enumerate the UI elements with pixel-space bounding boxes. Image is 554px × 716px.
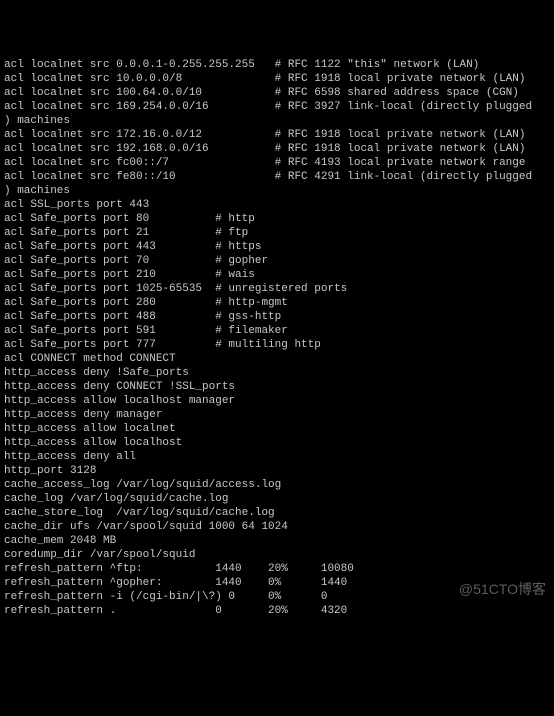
- config-line: ) machines: [4, 184, 550, 198]
- config-line: acl CONNECT method CONNECT: [4, 352, 550, 366]
- config-line: acl localnet src fe80::/10 # RFC 4291 li…: [4, 170, 550, 184]
- config-line: coredump_dir /var/spool/squid: [4, 548, 550, 562]
- config-line: refresh_pattern . 0 20% 4320: [4, 604, 550, 618]
- config-line: http_port 3128: [4, 464, 550, 478]
- config-line: acl localnet src 100.64.0.0/10 # RFC 659…: [4, 86, 550, 100]
- config-line: acl Safe_ports port 80 # http: [4, 212, 550, 226]
- config-line: cache_access_log /var/log/squid/access.l…: [4, 478, 550, 492]
- config-line: acl Safe_ports port 21 # ftp: [4, 226, 550, 240]
- config-line: cache_dir ufs /var/spool/squid 1000 64 1…: [4, 520, 550, 534]
- config-line: acl Safe_ports port 591 # filemaker: [4, 324, 550, 338]
- config-line: http_access deny all: [4, 450, 550, 464]
- config-line: http_access deny manager: [4, 408, 550, 422]
- config-line: acl localnet src fc00::/7 # RFC 4193 loc…: [4, 156, 550, 170]
- config-line: acl localnet src 10.0.0.0/8 # RFC 1918 l…: [4, 72, 550, 86]
- config-line: acl SSL_ports port 443: [4, 198, 550, 212]
- config-line: acl localnet src 0.0.0.1-0.255.255.255 #…: [4, 58, 550, 72]
- config-line: acl localnet src 192.168.0.0/16 # RFC 19…: [4, 142, 550, 156]
- config-line: http_access deny CONNECT !SSL_ports: [4, 380, 550, 394]
- config-line: acl localnet src 169.254.0.0/16 # RFC 39…: [4, 100, 550, 114]
- config-line: http_access allow localnet: [4, 422, 550, 436]
- config-line: cache_mem 2048 MB: [4, 534, 550, 548]
- config-line: acl Safe_ports port 70 # gopher: [4, 254, 550, 268]
- config-line: acl Safe_ports port 280 # http-mgmt: [4, 296, 550, 310]
- config-line: acl Safe_ports port 488 # gss-http: [4, 310, 550, 324]
- config-line: acl Safe_ports port 777 # multiling http: [4, 338, 550, 352]
- config-line: refresh_pattern ^ftp: 1440 20% 10080: [4, 562, 550, 576]
- config-line: acl localnet src 172.16.0.0/12 # RFC 191…: [4, 128, 550, 142]
- config-line: http_access deny !Safe_ports: [4, 366, 550, 380]
- config-line: cache_store_log /var/log/squid/cache.log: [4, 506, 550, 520]
- config-line: ) machines: [4, 114, 550, 128]
- config-line: http_access allow localhost manager: [4, 394, 550, 408]
- watermark-text: @51CTO博客: [459, 582, 546, 596]
- config-line: acl Safe_ports port 1025-65535 # unregis…: [4, 282, 550, 296]
- config-line: http_access allow localhost: [4, 436, 550, 450]
- config-line: acl Safe_ports port 210 # wais: [4, 268, 550, 282]
- terminal-output[interactable]: acl localnet src 0.0.0.1-0.255.255.255 #…: [4, 58, 550, 618]
- config-line: cache_log /var/log/squid/cache.log: [4, 492, 550, 506]
- config-line: acl Safe_ports port 443 # https: [4, 240, 550, 254]
